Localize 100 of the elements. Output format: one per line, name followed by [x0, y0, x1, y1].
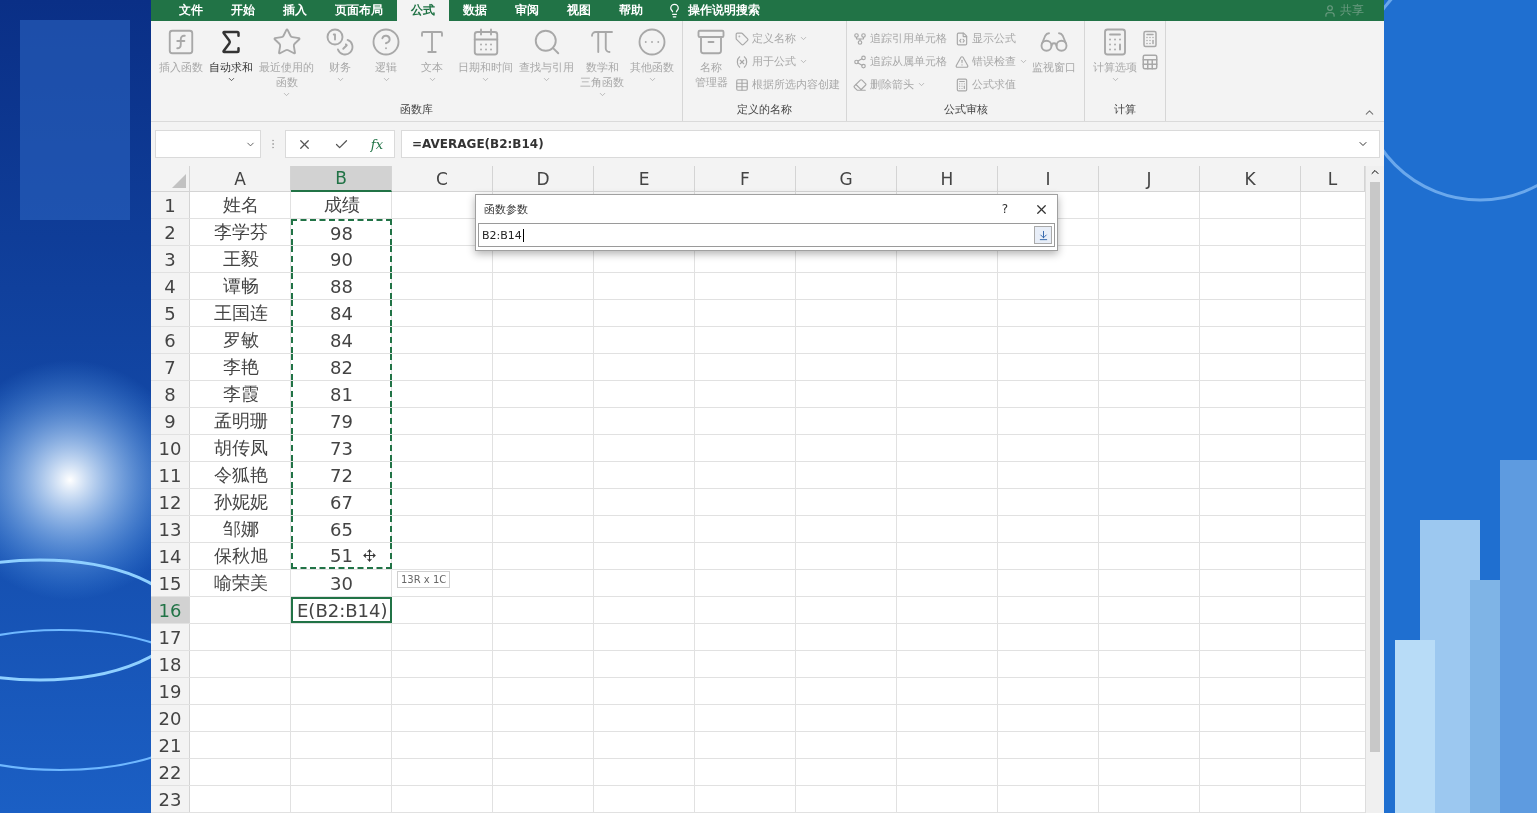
column-header[interactable]: I	[998, 166, 1099, 192]
column-header[interactable]: B	[291, 166, 392, 192]
range-tooltip: 13R x 1C	[397, 571, 451, 588]
table-cell-text: 孙妮妮	[212, 490, 269, 514]
column-header[interactable]: A	[190, 166, 291, 192]
table-cell-text: 30	[329, 571, 354, 596]
row-header[interactable]: 3	[151, 246, 190, 272]
table-cell: 88	[291, 273, 392, 299]
row-header[interactable]: 19	[151, 678, 190, 704]
ribbon-tab[interactable]: 公式	[397, 0, 449, 22]
table-cell: 90	[291, 246, 392, 272]
table-cell: 73	[291, 435, 392, 461]
tell-me-search[interactable]: 操作说明搜索	[688, 2, 760, 19]
lightbulb-icon	[667, 3, 682, 18]
table-cell-text: 令狐艳	[212, 463, 269, 487]
column-header[interactable]: L	[1301, 166, 1365, 192]
eraser-icon	[853, 77, 867, 92]
table-cell: 67	[291, 489, 392, 515]
dots-icon	[637, 27, 667, 58]
table-cell-text: 李艳	[221, 355, 260, 379]
ribbon-button[interactable]: 自动求和	[207, 25, 255, 87]
group-label: 函数库	[399, 102, 434, 119]
column-header[interactable]: K	[1200, 166, 1301, 192]
table-cell: 98	[291, 219, 392, 245]
table-cell-text: 谭畅	[221, 274, 260, 298]
insert-function-button[interactable]: fx	[370, 136, 383, 152]
row-header[interactable]: 18	[151, 651, 190, 677]
row-header[interactable]: 22	[151, 759, 190, 785]
table-cell-text: 保秋旭	[212, 544, 269, 568]
variable-icon	[735, 54, 749, 69]
question-icon	[371, 27, 401, 58]
table-cell-text: 成绩	[322, 193, 361, 217]
fork-icon	[853, 31, 867, 46]
range-field[interactable]: B2:B14	[478, 223, 1055, 247]
coins-icon	[325, 27, 355, 58]
table-cell-text: 邹娜	[221, 517, 260, 541]
table-cell-text: 李霞	[221, 382, 260, 406]
column-header[interactable]: F	[695, 166, 796, 192]
collapse-arrow-icon	[1037, 229, 1049, 241]
table-cell: 84	[291, 327, 392, 353]
column-header[interactable]: C	[392, 166, 493, 192]
expand-dialog-button[interactable]	[1034, 226, 1052, 244]
row-header[interactable]: 20	[151, 705, 190, 731]
person-icon	[1323, 3, 1337, 18]
tag-icon	[735, 31, 749, 46]
row-header[interactable]: 7	[151, 354, 190, 380]
row-header[interactable]: 4	[151, 273, 190, 299]
row-header[interactable]: 2	[151, 219, 190, 245]
group-label: 公式审核	[942, 102, 989, 119]
ribbon-tab[interactable]: 插入	[269, 0, 321, 22]
group-label: 定义的名称	[736, 102, 793, 119]
row-header[interactable]: 8	[151, 381, 190, 407]
row-header[interactable]: 21	[151, 732, 190, 758]
row-header[interactable]: 6	[151, 327, 190, 353]
ribbon-tab[interactable]: 帮助	[605, 0, 657, 22]
table-cell-text: 王毅	[221, 247, 260, 271]
row-header[interactable]: 11	[151, 462, 190, 488]
row-header[interactable]: 15	[151, 570, 190, 596]
table-cell: 65	[291, 516, 392, 542]
formula-field[interactable]: =AVERAGE(B2:B14)	[401, 130, 1380, 158]
table-cell-text: 胡传凤	[212, 436, 269, 460]
column-header[interactable]: G	[796, 166, 897, 192]
row-header[interactable]: 9	[151, 408, 190, 434]
share-nodes-icon	[853, 54, 867, 69]
group-label: 计算	[1113, 102, 1137, 119]
row-header[interactable]: 17	[151, 624, 190, 650]
table-cell-text: 姓名	[221, 193, 260, 217]
row-header[interactable]: 14	[151, 543, 190, 569]
row-header[interactable]: 10	[151, 435, 190, 461]
table-cell: 84	[291, 300, 392, 326]
table-cell-text: 罗敏	[221, 328, 260, 352]
table-cell: 82	[291, 354, 392, 380]
table-cell-text: 王国连	[212, 301, 269, 325]
dialog-title: 函数参数	[484, 201, 529, 217]
sheet-icon	[1141, 52, 1159, 71]
column-header[interactable]: E	[594, 166, 695, 192]
table-cell: 51	[291, 543, 392, 569]
table-cell: 72	[291, 462, 392, 488]
table-cell-text: 孟明珊	[212, 409, 269, 433]
row-header[interactable]: 16	[151, 597, 190, 623]
move-cursor-icon	[363, 549, 376, 562]
column-header[interactable]: J	[1099, 166, 1200, 192]
help-button[interactable]: ?	[1001, 202, 1008, 216]
row-header[interactable]: 5	[151, 300, 190, 326]
table-cell-text: 喻荣美	[212, 571, 269, 595]
row-header[interactable]: 23	[151, 786, 190, 812]
ribbon-tab[interactable]: 审阅	[501, 0, 553, 22]
row-header[interactable]: 13	[151, 516, 190, 542]
column-header[interactable]: D	[493, 166, 594, 192]
ribbon-tab[interactable]: 页面布局	[321, 0, 397, 22]
scrollbar[interactable]	[1365, 166, 1384, 813]
ribbon-tab[interactable]: 开始	[217, 0, 269, 22]
row-header[interactable]: 1	[151, 192, 190, 218]
ribbon-tab[interactable]: 数据	[449, 0, 501, 22]
row-header[interactable]: 12	[151, 489, 190, 515]
column-header[interactable]: H	[897, 166, 998, 192]
select-all-icon[interactable]	[172, 174, 186, 188]
ribbon-tab[interactable]: 视图	[553, 0, 605, 22]
warning-icon	[955, 54, 969, 69]
ribbon-tab[interactable]: 文件	[165, 0, 217, 22]
